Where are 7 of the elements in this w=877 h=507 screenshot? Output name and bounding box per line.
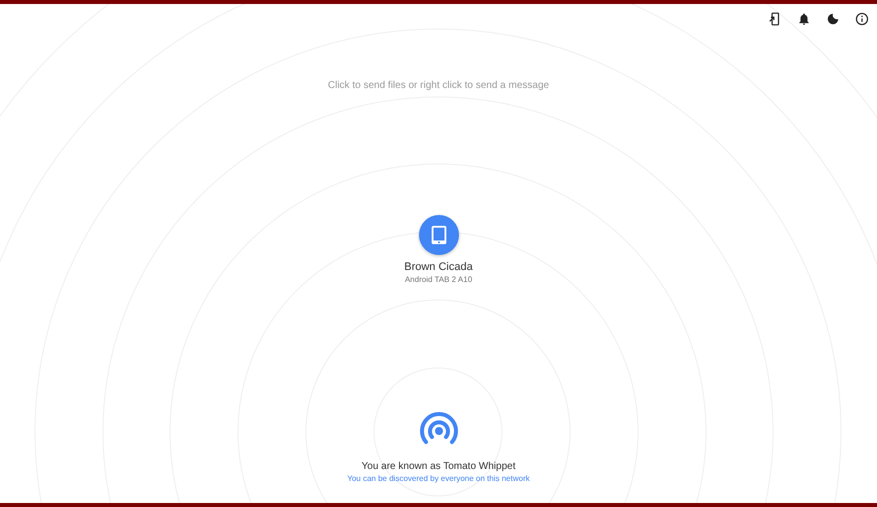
peer-device: Android TAB 2 A10	[404, 275, 472, 284]
info-button[interactable]	[853, 10, 871, 28]
peer-tablet-button[interactable]	[418, 215, 458, 255]
discoverability-text: You can be discovered by everyone on this network	[347, 474, 530, 483]
peer-name: Brown Cicada	[404, 261, 473, 273]
instruction-text: Click to send files or right click to send a message	[328, 80, 550, 91]
device-name-text: You are known as Tomato Whippet	[362, 461, 516, 472]
